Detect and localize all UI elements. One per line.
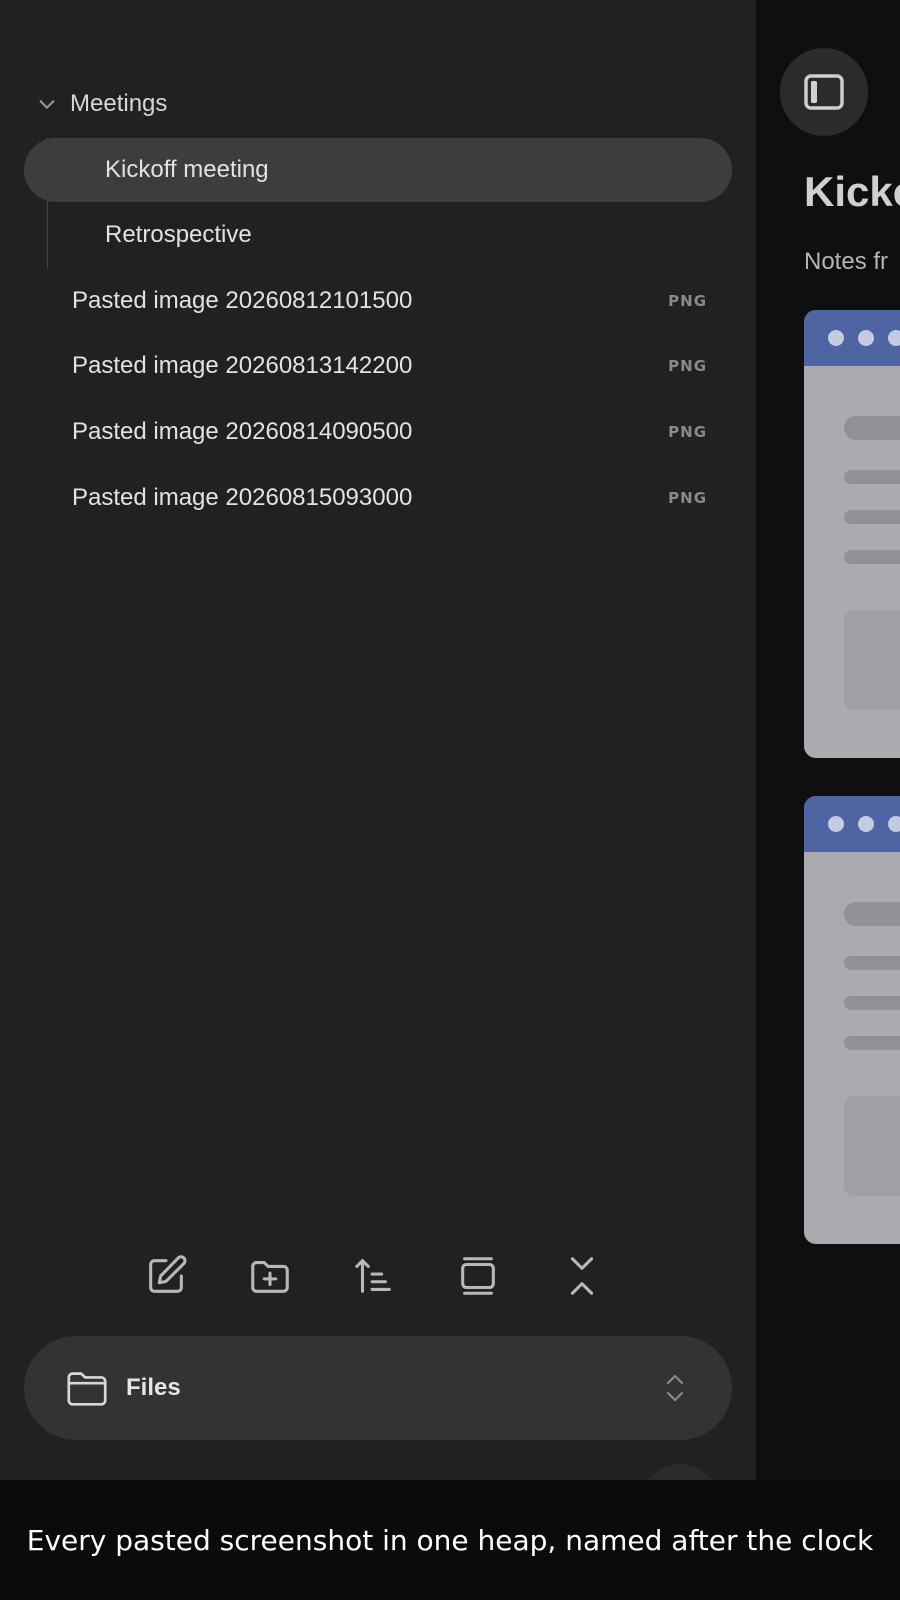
- sidebar-toggle-icon: [804, 74, 844, 110]
- auto-reveal-button[interactable]: [452, 1250, 504, 1302]
- caption-text: Every pasted screenshot in one heap, nam…: [26, 1523, 874, 1557]
- sort-button[interactable]: [348, 1250, 400, 1302]
- window-dot: [858, 816, 874, 832]
- folder-meetings[interactable]: Meetings: [36, 84, 167, 124]
- screenshot-titlebar: [804, 796, 900, 852]
- file-item-pasted-image[interactable]: Pasted image 20260812101500 PNG: [24, 269, 732, 333]
- new-folder-icon: [251, 1261, 289, 1293]
- placeholder-block: [844, 1096, 900, 1196]
- file-extension-badge: PNG: [668, 292, 707, 310]
- placeholder-line: [844, 1036, 900, 1050]
- screenshot-titlebar: [804, 310, 900, 366]
- collapse-all-icon: [570, 1257, 594, 1295]
- placeholder-line: [844, 416, 900, 440]
- placeholder-line: [844, 510, 900, 524]
- sort-icon: [355, 1259, 391, 1293]
- file-item-retrospective[interactable]: Retrospective: [24, 203, 732, 267]
- note-subtitle: Notes fr: [804, 248, 889, 275]
- placeholder-line: [844, 902, 900, 926]
- placeholder-line: [844, 996, 900, 1010]
- new-note-icon: [149, 1255, 187, 1293]
- file-item-label: Kickoff meeting: [105, 156, 269, 183]
- file-extension-badge: PNG: [668, 423, 707, 441]
- window-dot: [828, 816, 844, 832]
- editor-area: Kicko Notes fr: [756, 0, 900, 1480]
- file-extension-badge: PNG: [668, 357, 707, 375]
- placeholder-line: [844, 550, 900, 564]
- file-item-pasted-image[interactable]: Pasted image 20260815093000 PNG: [24, 466, 732, 530]
- new-note-button[interactable]: [140, 1250, 192, 1302]
- window-dot: [888, 330, 900, 346]
- file-extension-badge: PNG: [668, 489, 707, 507]
- folder-name: Meetings: [70, 90, 168, 117]
- embedded-screenshot[interactable]: [804, 310, 900, 758]
- window-dot: [858, 330, 874, 346]
- window-dot: [828, 330, 844, 346]
- view-switcher[interactable]: Files: [24, 1336, 732, 1440]
- embedded-screenshot[interactable]: [804, 796, 900, 1244]
- chevron-up-down-icon: [667, 1375, 683, 1401]
- file-explorer-sidebar: Meetings Kickoff meeting Retrospective P…: [0, 0, 756, 1544]
- explorer-toolbar: [140, 1250, 608, 1302]
- auto-reveal-icon: [461, 1257, 495, 1295]
- file-item-label: Pasted image 20260815093000: [72, 484, 413, 511]
- folder-icon: [67, 1372, 107, 1406]
- toggle-sidebar-button[interactable]: [780, 48, 868, 136]
- collapse-all-button[interactable]: [556, 1250, 608, 1302]
- chevron-down-icon: [39, 100, 55, 109]
- file-item-label: Pasted image 20260814090500: [72, 418, 413, 445]
- new-folder-button[interactable]: [244, 1250, 296, 1302]
- file-item-label: Pasted image 20260813142200: [72, 352, 413, 379]
- placeholder-line: [844, 956, 900, 970]
- note-title: Kicko: [804, 168, 900, 215]
- window-dot: [888, 816, 900, 832]
- caption-banner: Every pasted screenshot in one heap, nam…: [0, 1480, 900, 1600]
- placeholder-block: [844, 610, 900, 710]
- file-item-pasted-image[interactable]: Pasted image 20260813142200 PNG: [24, 334, 732, 398]
- file-item-kickoff-meeting[interactable]: Kickoff meeting: [24, 138, 732, 202]
- view-switcher-label: Files: [126, 1374, 181, 1401]
- file-item-label: Pasted image 20260812101500: [72, 287, 413, 314]
- file-item-label: Retrospective: [105, 221, 252, 248]
- placeholder-line: [844, 470, 900, 484]
- file-item-pasted-image[interactable]: Pasted image 20260814090500 PNG: [24, 400, 732, 464]
